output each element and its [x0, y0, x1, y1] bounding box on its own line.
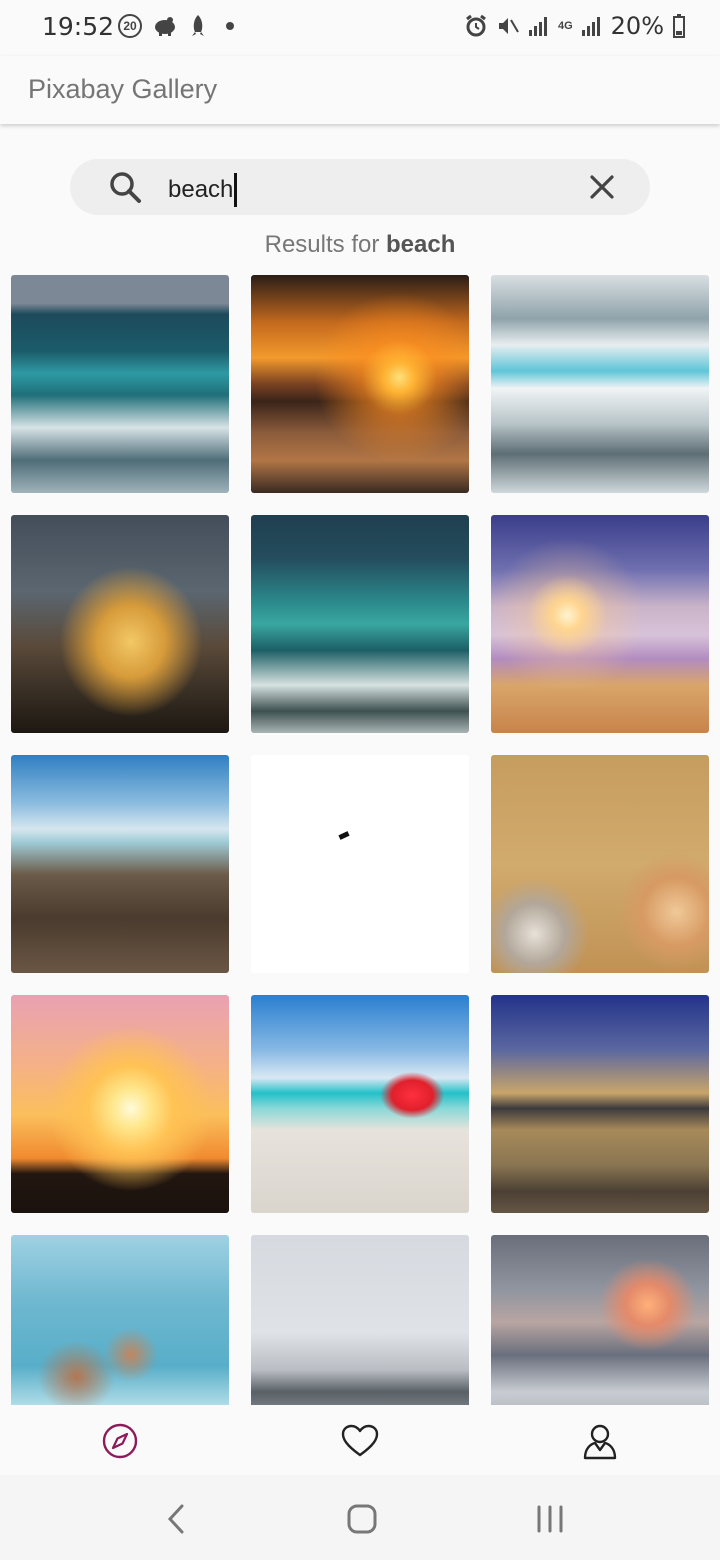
image-tile-couple-beach[interactable] [251, 1235, 469, 1405]
notification-badge-icon: 20 [118, 14, 142, 38]
image-tile-sunset-sea-orange[interactable] [251, 275, 469, 493]
piggy-bank-icon [155, 17, 175, 36]
back-button[interactable] [154, 1497, 198, 1541]
signal-icon [528, 17, 547, 36]
network-type-label: 4G [557, 20, 573, 32]
status-right-icons: 4G 20% [464, 12, 686, 40]
image-tile-sea-waves[interactable] [11, 275, 229, 493]
results-label: Results for beach [0, 231, 720, 259]
text-caret [234, 173, 238, 207]
signal-icon-2 [581, 17, 600, 36]
nav-explore[interactable] [100, 1421, 140, 1461]
stray-mark [338, 831, 350, 840]
status-time: 19:52 [42, 12, 115, 41]
nav-profile[interactable] [580, 1421, 620, 1461]
image-tile-white-blank[interactable] [251, 755, 469, 973]
compass-icon[interactable] [101, 1422, 139, 1460]
back-icon[interactable] [166, 1504, 186, 1534]
image-tile-teal-wave[interactable] [251, 515, 469, 733]
results-prefix: Results for [264, 231, 380, 258]
image-tile-sand-shells-starfish[interactable] [491, 755, 709, 973]
battery-icon [673, 14, 685, 38]
image-tile-sunset-beach-purple[interactable] [491, 515, 709, 733]
battery-percent: 20% [610, 12, 664, 40]
status-bar: 19:52 20 4G 20% [0, 0, 720, 56]
image-tile-women-surf[interactable] [11, 1235, 229, 1405]
rocket-icon [192, 15, 204, 36]
image-grid [11, 275, 709, 1405]
image-tile-silhouette-sunset[interactable] [11, 995, 229, 1213]
image-tile-cloudy-sunset-sea[interactable] [491, 1235, 709, 1405]
results-term: beach [386, 231, 456, 258]
heart-icon[interactable] [341, 1424, 379, 1458]
clear-search-icon[interactable] [588, 173, 616, 201]
search-icon[interactable] [108, 170, 142, 204]
home-button[interactable] [340, 1497, 384, 1541]
system-navigation [0, 1475, 720, 1560]
mute-icon [498, 18, 519, 34]
alarm-icon [466, 14, 486, 37]
search-input[interactable]: beach [168, 173, 238, 207]
dot-icon [226, 22, 234, 30]
image-tile-lake-boats-dusk[interactable] [491, 995, 709, 1213]
search-query[interactable]: beach [168, 176, 233, 204]
nav-favorites[interactable] [340, 1421, 380, 1461]
image-tile-pier-wooden[interactable] [11, 755, 229, 973]
image-tile-wave-crash-white[interactable] [491, 275, 709, 493]
user-icon[interactable] [582, 1422, 618, 1460]
status-left-icons: 20 [118, 14, 234, 38]
search-bar[interactable]: beach [70, 159, 650, 215]
bottom-navigation [0, 1405, 720, 1475]
recent-apps-icon[interactable] [536, 1505, 564, 1533]
home-icon[interactable] [347, 1504, 377, 1534]
app-bar: Pixabay Gallery [0, 56, 720, 124]
recent-apps-button[interactable] [528, 1497, 572, 1541]
app-title: Pixabay Gallery [28, 74, 218, 104]
image-tile-message-bottle[interactable] [11, 515, 229, 733]
image-tile-red-drink-beach[interactable] [251, 995, 469, 1213]
